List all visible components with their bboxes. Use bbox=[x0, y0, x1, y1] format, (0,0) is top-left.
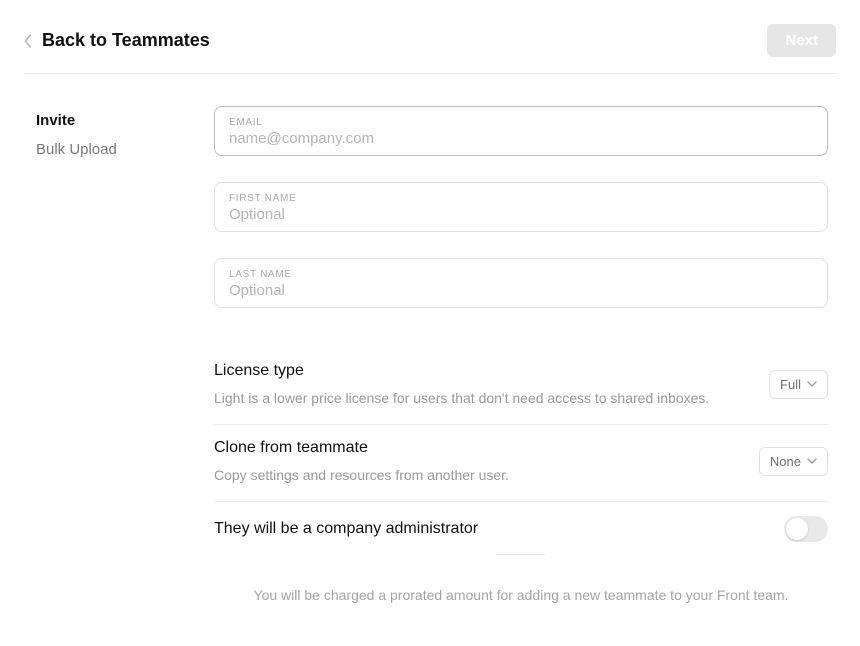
last-name-field-wrapper: LAST NAME bbox=[214, 258, 828, 308]
clone-teammate-value: None bbox=[770, 454, 801, 469]
license-type-section: License type Light is a lower price lice… bbox=[214, 348, 828, 425]
license-type-title: License type bbox=[214, 362, 749, 380]
email-label: EMAIL bbox=[229, 117, 813, 128]
toggle-knob bbox=[786, 518, 808, 540]
first-name-input[interactable] bbox=[229, 206, 813, 223]
next-button[interactable]: Next bbox=[767, 24, 836, 57]
first-name-field-wrapper: FIRST NAME bbox=[214, 182, 828, 232]
sidebar: Invite Bulk Upload bbox=[24, 106, 214, 603]
back-label: Back to Teammates bbox=[42, 30, 210, 51]
chevron-down-icon bbox=[807, 458, 817, 464]
clone-teammate-select[interactable]: None bbox=[759, 447, 828, 476]
header-divider bbox=[24, 73, 836, 74]
company-admin-title: They will be a company administrator bbox=[214, 520, 764, 538]
sidebar-item-bulk-upload[interactable]: Bulk Upload bbox=[36, 135, 214, 164]
clone-teammate-section: Clone from teammate Copy settings and re… bbox=[214, 425, 828, 502]
first-name-label: FIRST NAME bbox=[229, 193, 813, 204]
email-field-wrapper: EMAIL bbox=[214, 106, 828, 156]
back-to-teammates-link[interactable]: Back to Teammates bbox=[24, 30, 210, 51]
license-type-desc: Light is a lower price license for users… bbox=[214, 390, 749, 406]
sidebar-item-label: Bulk Upload bbox=[36, 141, 117, 158]
company-admin-toggle[interactable] bbox=[784, 516, 828, 542]
sidebar-item-invite[interactable]: Invite bbox=[36, 106, 214, 135]
clone-teammate-title: Clone from teammate bbox=[214, 439, 739, 457]
clone-teammate-desc: Copy settings and resources from another… bbox=[214, 467, 739, 483]
footer-separator bbox=[497, 554, 545, 555]
chevron-down-icon bbox=[807, 381, 817, 387]
license-type-value: Full bbox=[780, 377, 801, 392]
chevron-left-icon bbox=[24, 34, 32, 48]
last-name-label: LAST NAME bbox=[229, 269, 813, 280]
billing-note: You will be charged a prorated amount fo… bbox=[214, 569, 828, 603]
license-type-select[interactable]: Full bbox=[769, 370, 828, 399]
last-name-input[interactable] bbox=[229, 282, 813, 299]
company-admin-section: They will be a company administrator bbox=[214, 502, 828, 548]
sidebar-item-label: Invite bbox=[36, 112, 75, 129]
main-panel: EMAIL FIRST NAME LAST NAME License type … bbox=[214, 106, 836, 603]
email-input[interactable] bbox=[229, 130, 813, 147]
